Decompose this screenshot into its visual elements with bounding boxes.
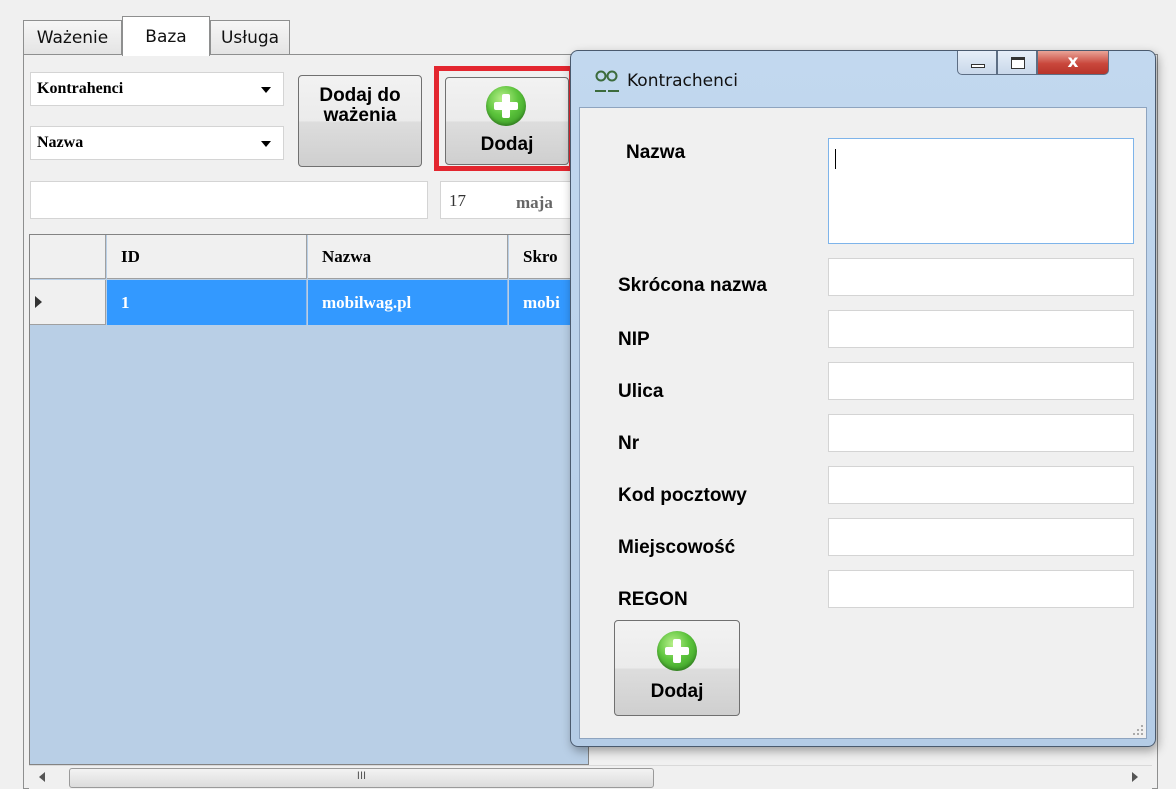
label-skrocona-nazwa: Skrócona nazwa xyxy=(618,275,767,296)
tab-wazenie[interactable]: Ważenie xyxy=(23,20,122,54)
label-regon: REGON xyxy=(618,589,688,610)
app-icon xyxy=(595,70,619,92)
table-select-value: Kontrahenci xyxy=(37,80,124,97)
column-header-id[interactable]: ID xyxy=(107,235,307,279)
dropdown-arrow-icon xyxy=(261,141,271,147)
input-nr[interactable] xyxy=(828,414,1134,452)
horizontal-scrollbar[interactable]: III xyxy=(29,765,1152,789)
label-nr: Nr xyxy=(618,433,640,454)
label-miejscowosc: Miejscowość xyxy=(618,537,736,558)
tab-usluga[interactable]: Usługa xyxy=(210,20,290,54)
minimize-button[interactable] xyxy=(957,51,997,75)
add-plus-icon xyxy=(657,631,697,671)
scroll-right-icon[interactable] xyxy=(1132,772,1138,782)
add-to-weighing-button[interactable]: Dodaj do ważenia xyxy=(298,75,422,167)
dialog-title: Kontrachenci xyxy=(627,71,738,91)
text-caret xyxy=(835,149,836,169)
label-kod-pocztowy: Kod pocztowy xyxy=(618,485,747,506)
input-miejscowosc[interactable] xyxy=(828,518,1134,556)
label-ulica: Ulica xyxy=(618,381,664,402)
input-ulica[interactable] xyxy=(828,362,1134,400)
input-skrocona-nazwa[interactable] xyxy=(828,258,1134,296)
input-regon[interactable] xyxy=(828,570,1134,608)
close-button[interactable]: x xyxy=(1037,51,1109,75)
scroll-left-icon[interactable] xyxy=(39,772,45,782)
column-header-nazwa[interactable]: Nazwa xyxy=(308,235,508,279)
tab-baza[interactable]: Baza xyxy=(122,16,210,56)
cell-nazwa[interactable]: mobilwag.pl xyxy=(308,280,508,325)
date-month: maja xyxy=(516,193,553,212)
dropdown-arrow-icon xyxy=(261,87,271,93)
label-nazwa: Nazwa xyxy=(626,142,686,163)
input-kod-pocztowy[interactable] xyxy=(828,466,1134,504)
label-nip: NIP xyxy=(618,329,650,350)
close-icon: x xyxy=(1067,52,1079,72)
scroll-thumb[interactable]: III xyxy=(69,768,654,788)
input-nip[interactable] xyxy=(828,310,1134,348)
row-header[interactable] xyxy=(30,280,106,325)
cell-id[interactable]: 1 xyxy=(107,280,307,325)
table-select[interactable]: Kontrahenci xyxy=(30,72,284,106)
dialog-add-button[interactable]: Dodaj xyxy=(614,620,740,716)
search-input[interactable] xyxy=(30,181,428,219)
dialog-add-label: Dodaj xyxy=(650,681,704,702)
minimize-icon xyxy=(971,64,985,68)
maximize-button[interactable] xyxy=(997,51,1037,75)
add-to-weighing-label: Dodaj do ważenia xyxy=(319,85,401,126)
scroll-grip-icon: III xyxy=(356,770,367,782)
data-grid[interactable]: ID Nazwa Skro 1 mobilwag.pl mobi xyxy=(29,234,589,765)
application-window: { "tabs": ["Ważenie", "Baza", "Usługa"],… xyxy=(0,0,1176,789)
kontrachenci-dialog: Kontrachenci x Nazwa Skrócona nazwa NIP … xyxy=(570,50,1156,747)
field-select[interactable]: Nazwa xyxy=(30,126,284,160)
row-pointer-icon xyxy=(35,296,42,308)
field-select-value: Nazwa xyxy=(37,134,84,151)
size-grip-icon[interactable] xyxy=(1132,724,1144,736)
dialog-client-area: Nazwa Skrócona nazwa NIP Ulica Nr Kod po… xyxy=(579,107,1147,739)
date-day: 17 xyxy=(449,191,466,210)
date-picker[interactable]: 17 maja xyxy=(440,181,580,219)
input-nazwa[interactable] xyxy=(828,138,1134,244)
row-header-corner xyxy=(30,235,106,279)
maximize-icon xyxy=(1011,57,1025,69)
highlight-frame xyxy=(434,66,574,171)
